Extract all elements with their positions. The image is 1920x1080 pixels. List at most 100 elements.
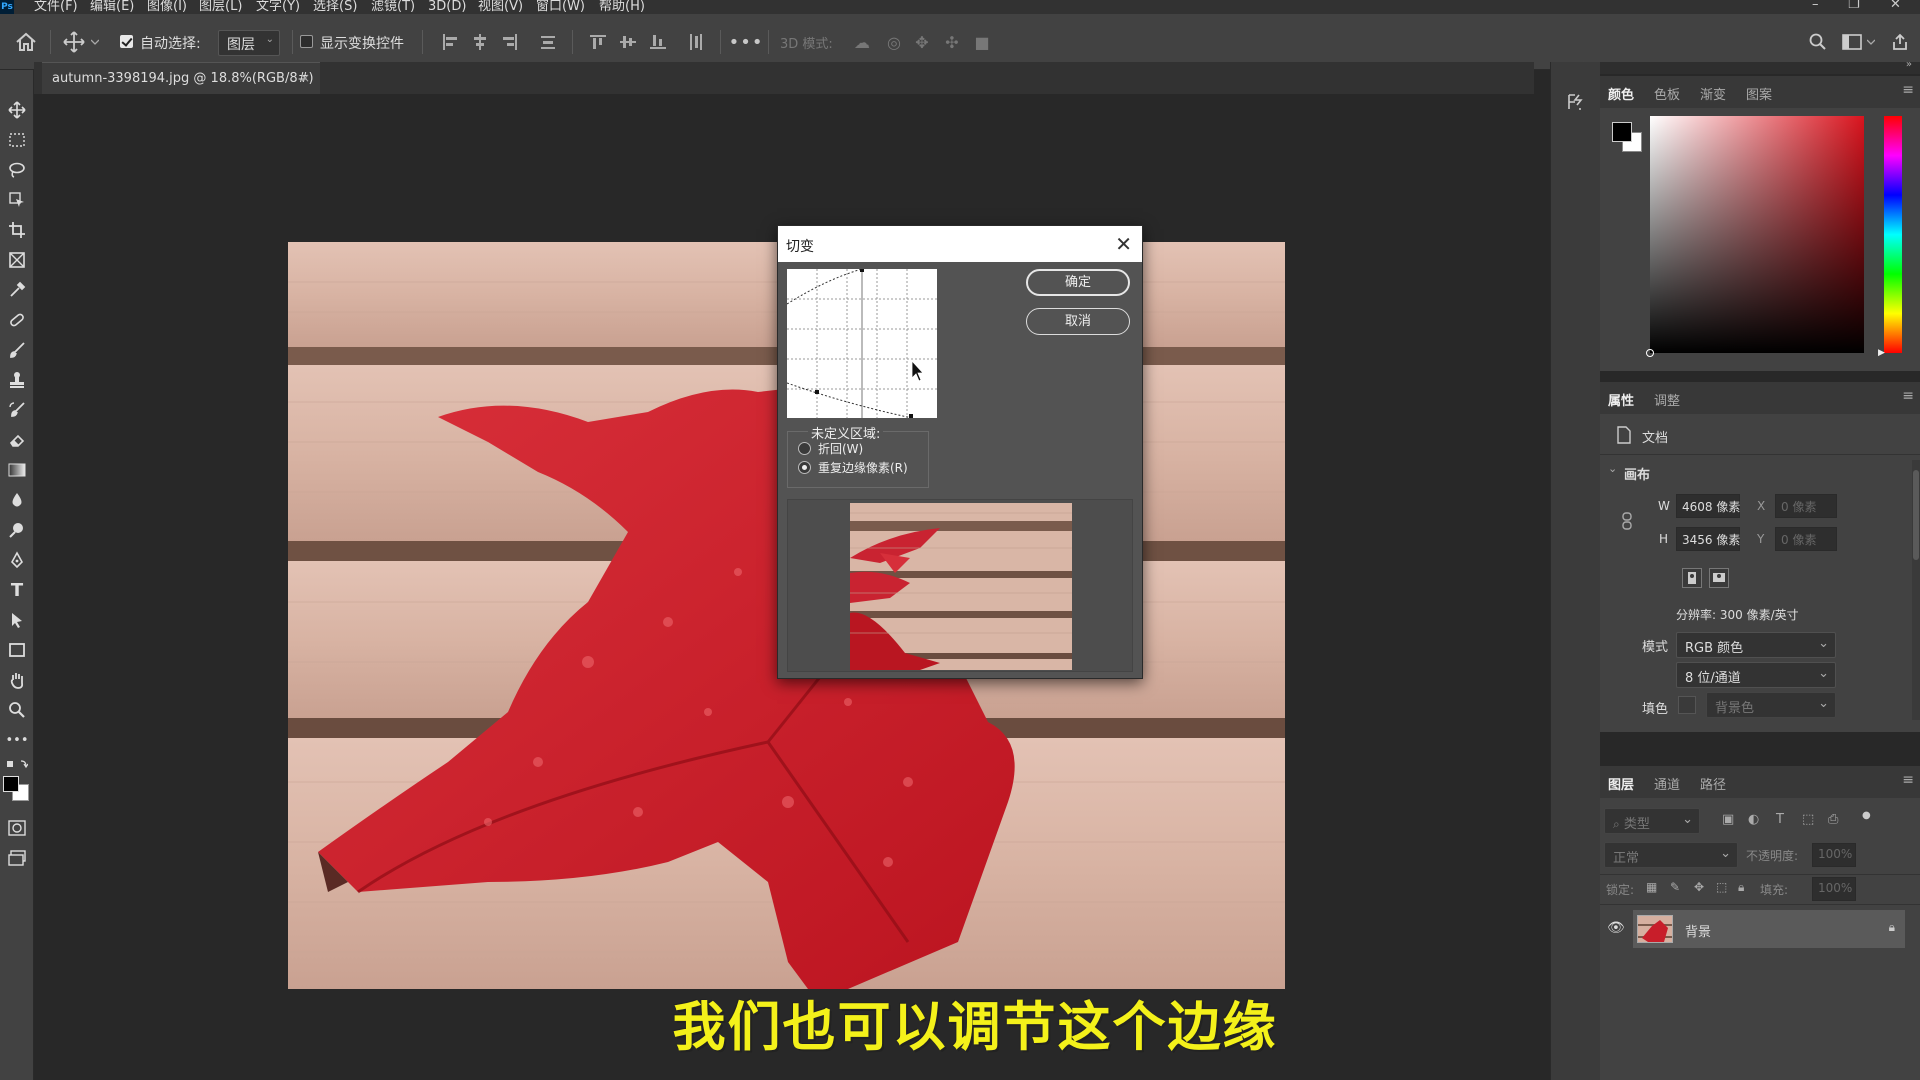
tab-paths[interactable]: 路径 <box>1700 774 1726 793</box>
type-tool-icon[interactable]: T <box>5 578 29 602</box>
healing-brush-tool-icon[interactable] <box>5 308 29 332</box>
menu-edit[interactable]: 编辑(E) <box>90 0 134 14</box>
menu-layer[interactable]: 图层(L) <box>199 0 242 14</box>
gradient-tool-icon[interactable] <box>5 458 29 482</box>
distribute-icon[interactable] <box>534 28 562 56</box>
lock-all-icon[interactable]: 🔒︎ <box>1738 880 1744 895</box>
tab-layers[interactable]: 图层 <box>1608 774 1634 793</box>
width-input[interactable]: 4608 像素 <box>1676 494 1740 518</box>
align-center-icon[interactable] <box>466 28 494 56</box>
menu-file[interactable]: 文件(F) <box>34 0 78 14</box>
tab-patterns[interactable]: 图案 <box>1746 84 1772 103</box>
opacity-input[interactable]: 100% <box>1812 843 1856 867</box>
shear-curve-grid[interactable] <box>787 269 937 418</box>
menu-filter[interactable]: 滤镜(T) <box>371 0 415 14</box>
crop-tool-icon[interactable] <box>5 218 29 242</box>
lock-pixels-icon[interactable]: ✎ <box>1670 880 1680 894</box>
tab-channels[interactable]: 通道 <box>1654 774 1680 793</box>
tab-gradients[interactable]: 渐变 <box>1700 84 1726 103</box>
chevron-down-icon[interactable] <box>88 28 102 56</box>
dodge-tool-icon[interactable] <box>5 518 29 542</box>
filter-type-icon[interactable]: T <box>1776 812 1784 827</box>
hue-slider-handle-icon[interactable]: ▶ <box>1878 348 1885 358</box>
align-middle-icon[interactable] <box>614 28 642 56</box>
lasso-tool-icon[interactable] <box>5 158 29 182</box>
quick-mask-icon[interactable] <box>5 816 29 840</box>
layer-lock-icon[interactable]: 🔒︎ <box>1889 920 1895 935</box>
search-icon[interactable] <box>1804 28 1832 56</box>
fill-color-swatch[interactable] <box>1678 696 1696 714</box>
eraser-tool-icon[interactable] <box>5 428 29 452</box>
show-transform-checkbox[interactable] <box>300 35 313 48</box>
distribute-vertical-icon[interactable] <box>682 28 710 56</box>
tab-color[interactable]: 颜色 <box>1608 84 1634 103</box>
filter-smart-object-icon[interactable]: ⎙ <box>1828 812 1838 827</box>
align-bottom-icon[interactable] <box>644 28 672 56</box>
chevron-down-icon[interactable]: ⌄ <box>1608 462 1617 475</box>
eyedropper-tool-icon[interactable] <box>5 278 29 302</box>
panel-menu-icon[interactable]: ≡ <box>1902 388 1914 404</box>
more-tools-icon[interactable]: ••• <box>5 728 29 752</box>
align-left-icon[interactable] <box>436 28 464 56</box>
chevron-down-icon[interactable] <box>1864 28 1878 56</box>
ok-button[interactable]: 确定 <box>1026 269 1130 296</box>
panel-menu-icon[interactable]: ≡ <box>1902 82 1914 98</box>
y-input[interactable]: 0 像素 <box>1775 527 1837 551</box>
restore-icon[interactable]: ❐ <box>1848 0 1860 12</box>
filter-adjustment-icon[interactable]: ◐ <box>1748 812 1759 827</box>
repeat-edge-radio[interactable] <box>798 461 811 474</box>
filter-shape-icon[interactable]: ⬚ <box>1802 812 1814 827</box>
expand-right-icon[interactable]: » <box>1906 59 1912 70</box>
blend-mode-dropdown[interactable]: 正常 ⌄ <box>1604 842 1738 868</box>
fill-opacity-input[interactable]: 100% <box>1812 877 1856 901</box>
move-tool-icon[interactable] <box>5 98 29 122</box>
menu-image[interactable]: 图像(I) <box>147 0 187 14</box>
layer-row[interactable]: 👁︎ 背景 🔒︎ <box>1607 910 1905 948</box>
eye-visibility-icon[interactable]: 👁︎ <box>1607 920 1625 936</box>
portrait-orientation-icon[interactable] <box>1682 568 1702 588</box>
3d-pan-icon[interactable]: ✥ <box>908 28 936 56</box>
menu-view[interactable]: 视图(V) <box>478 0 523 14</box>
3d-orbit-icon[interactable]: ☁ <box>848 28 876 56</box>
rectangle-tool-icon[interactable] <box>5 638 29 662</box>
height-input[interactable]: 3456 像素 <box>1676 527 1740 551</box>
close-tab-icon[interactable]: × <box>300 71 310 85</box>
swap-colors-icon[interactable] <box>5 758 29 772</box>
auto-select-checkbox[interactable] <box>120 35 133 48</box>
menu-help[interactable]: 帮助(H) <box>599 0 645 14</box>
x-input[interactable]: 0 像素 <box>1775 494 1837 518</box>
close-window-icon[interactable]: ✕ <box>1890 0 1901 12</box>
3d-roll-icon[interactable]: ◎ <box>880 28 908 56</box>
screen-mode-icon[interactable] <box>5 846 29 870</box>
3d-camera-icon[interactable]: ■ <box>968 28 996 56</box>
bit-depth-dropdown[interactable]: 8 位/通道 ⌄ <box>1676 662 1836 688</box>
menu-type[interactable]: 文字(Y) <box>256 0 300 14</box>
minimize-icon[interactable]: – <box>1812 0 1819 12</box>
auto-select-target-dropdown[interactable]: 图层 ⌄ <box>218 30 280 56</box>
cancel-button[interactable]: 取消 <box>1026 308 1130 335</box>
lock-position-icon[interactable]: ✥ <box>1694 880 1704 894</box>
tab-properties[interactable]: 属性 <box>1608 390 1634 409</box>
color-picker-cursor[interactable] <box>1646 349 1654 357</box>
tab-adjustments[interactable]: 调整 <box>1654 390 1680 409</box>
3d-slide-icon[interactable]: ✣ <box>938 28 966 56</box>
layer-filter-dropdown[interactable]: ⌕ 类型 ⌄ <box>1604 808 1700 834</box>
filter-toggle-icon[interactable]: ● <box>1862 810 1871 821</box>
wrap-radio[interactable] <box>798 442 811 455</box>
lock-transparency-icon[interactable]: ▦ <box>1646 880 1657 894</box>
workspace-icon[interactable] <box>1838 28 1866 56</box>
path-select-tool-icon[interactable] <box>5 608 29 632</box>
tab-swatches[interactable]: 色板 <box>1654 84 1680 103</box>
blur-tool-icon[interactable] <box>5 488 29 512</box>
hue-slider[interactable] <box>1884 116 1902 353</box>
share-icon[interactable] <box>1886 28 1914 56</box>
lock-artboard-icon[interactable]: ⬚ <box>1716 880 1727 894</box>
marquee-tool-icon[interactable] <box>5 128 29 152</box>
object-select-tool-icon[interactable] <box>5 188 29 212</box>
home-icon[interactable] <box>12 28 40 56</box>
color-picker-field[interactable] <box>1646 116 1864 357</box>
color-mode-dropdown[interactable]: RGB 颜色 ⌄ <box>1676 632 1836 658</box>
document-tab[interactable]: autumn-3398194.jpg @ 18.8%(RGB/8#) × <box>42 62 320 94</box>
panel-menu-icon[interactable]: ≡ <box>1902 772 1914 788</box>
frame-tool-icon[interactable] <box>5 248 29 272</box>
